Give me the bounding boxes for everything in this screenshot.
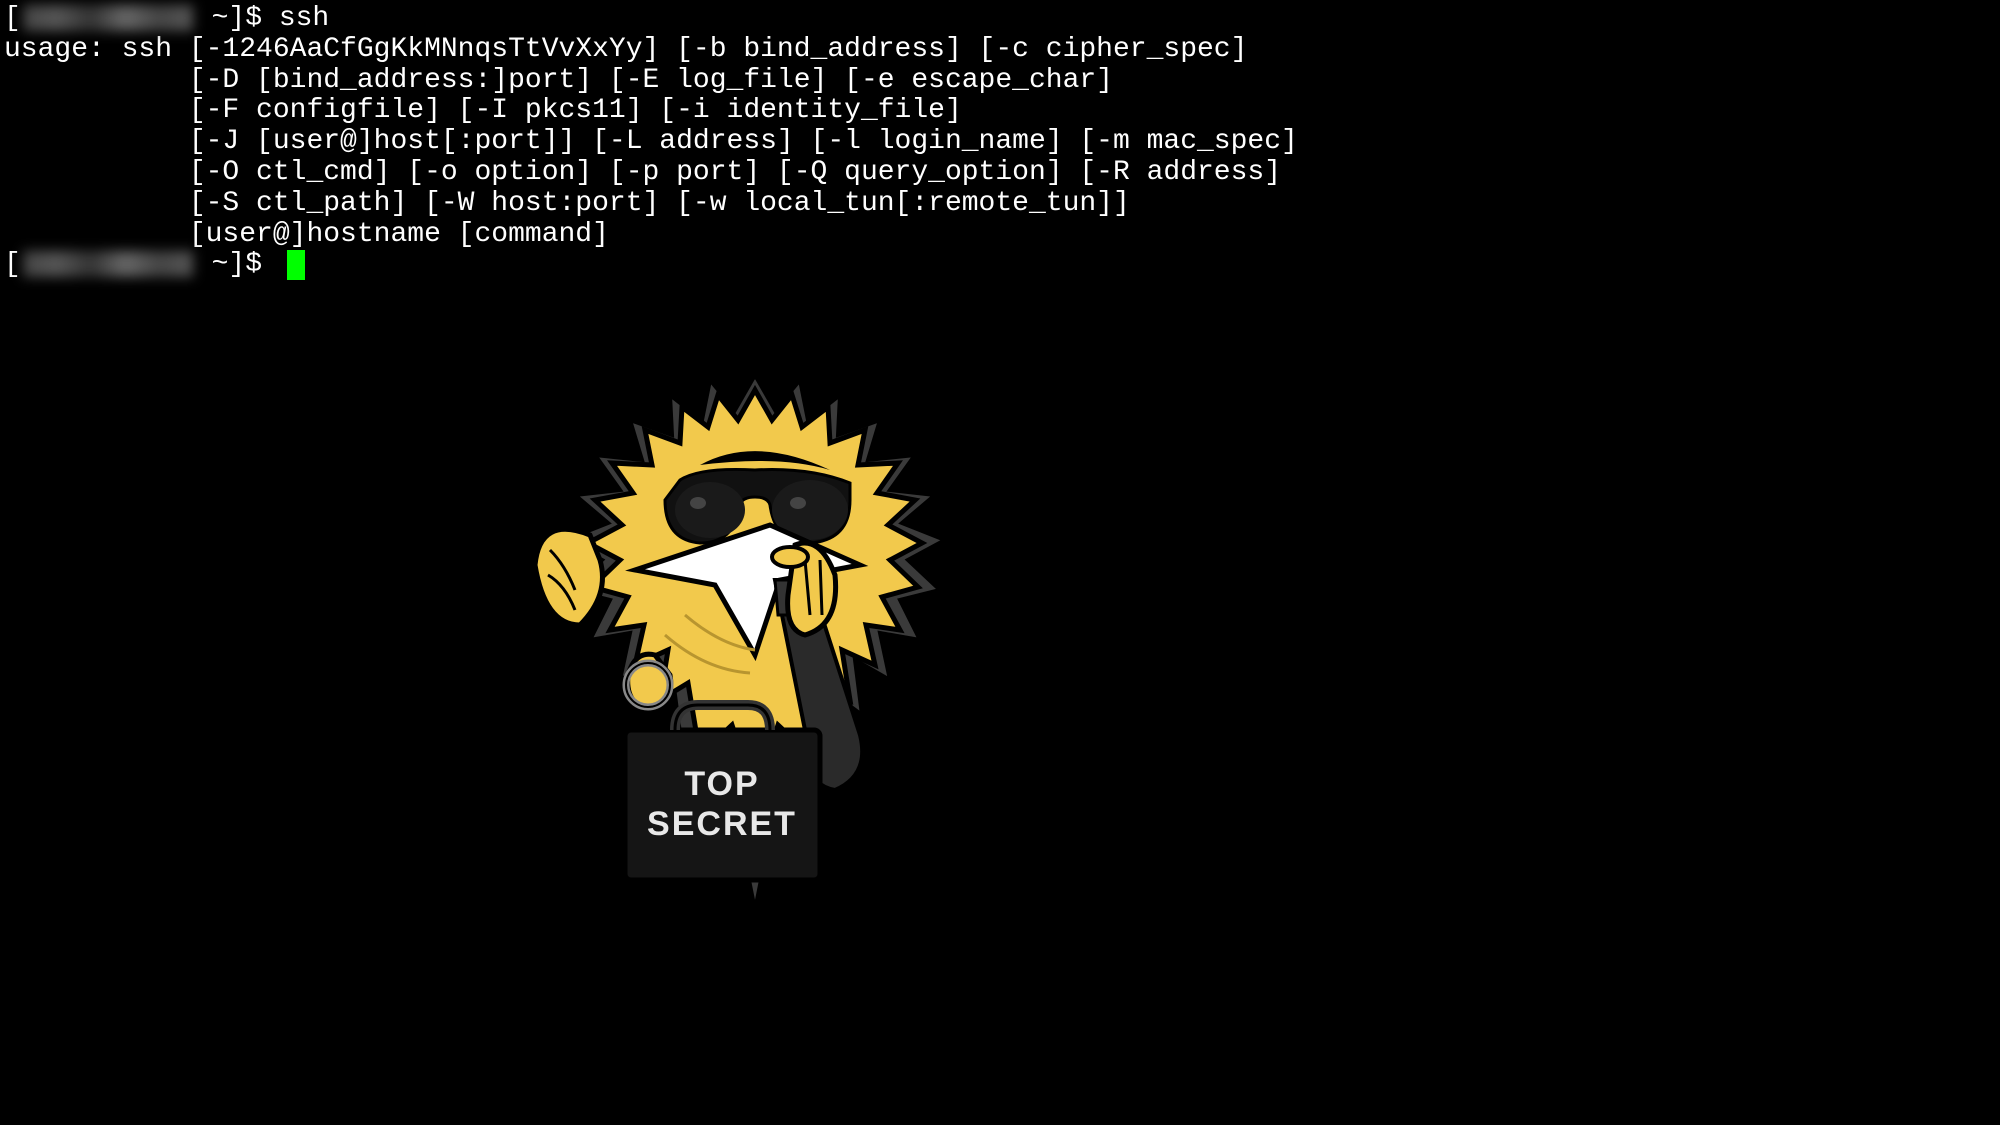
- ssh-usage-line: [-S ctl_path] [-W host:port] [-w local_t…: [4, 189, 2000, 220]
- ssh-usage-line: [user@]hostname [command]: [4, 220, 2000, 251]
- ssh-usage-line: usage: ssh [-1246AaCfGgKkMNnqsTtVvXxYy] …: [4, 35, 2000, 66]
- terminal-cursor: [287, 250, 305, 280]
- prompt-suffix: ~]$: [195, 3, 279, 34]
- entered-command: ssh: [279, 3, 329, 34]
- prompt-bracket: [: [4, 249, 21, 280]
- prompt-suffix: ~]$: [195, 249, 279, 280]
- ssh-usage-line: [-J [user@]host[:port]] [-L address] [-l…: [4, 127, 2000, 158]
- ssh-usage-line: [-O ctl_cmd] [-o option] [-p port] [-Q q…: [4, 158, 2000, 189]
- prompt-line-2[interactable]: [ ~]$: [4, 250, 2000, 281]
- ssh-usage-line: [-F configfile] [-I pkcs11] [-i identity…: [4, 96, 2000, 127]
- openssh-puffy-mascot: TOP SECRET: [520, 365, 990, 925]
- ssh-usage-line: [-D [bind_address:]port] [-E log_file] […: [4, 66, 2000, 97]
- briefcase-text-top: TOP: [684, 765, 759, 803]
- prompt-line-1: [ ~]$ ssh: [4, 4, 2000, 35]
- briefcase-text-bottom: SECRET: [647, 805, 797, 843]
- redacted-hostname: [23, 5, 193, 31]
- terminal-output: [ ~]$ ssh usage: ssh [-1246AaCfGgKkMNnqs…: [4, 4, 2000, 281]
- prompt-bracket: [: [4, 3, 21, 34]
- redacted-hostname: [23, 251, 193, 277]
